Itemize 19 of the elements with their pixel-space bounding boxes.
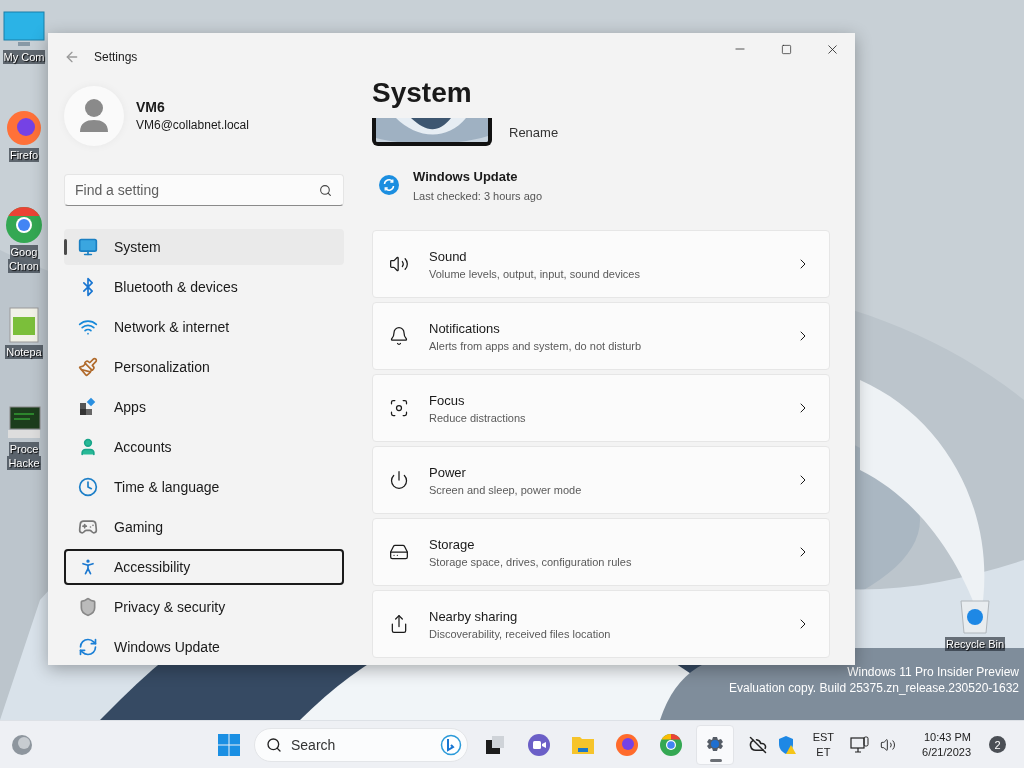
clock-date[interactable]: 6/21/2023 [922, 744, 971, 760]
window-stack-icon [484, 733, 506, 756]
volume-icon[interactable] [880, 736, 897, 753]
timezone-text: ET [816, 744, 831, 760]
search-icon [266, 736, 282, 753]
bing-icon [440, 733, 462, 756]
taskbar-search-field[interactable]: Search [254, 727, 468, 762]
weather-icon [11, 733, 33, 756]
chrome-icon [659, 732, 683, 757]
timezone-text: EST [812, 729, 835, 745]
clock-time[interactable]: 10:43 PM [923, 729, 971, 745]
video-chat-icon [527, 732, 551, 757]
firefox-icon [615, 732, 639, 757]
taskbar-app[interactable] [696, 724, 734, 765]
notification-badge[interactable]: 2 [989, 736, 1006, 753]
shield-warning-icon[interactable] [776, 734, 797, 755]
windows-logo-icon [218, 733, 240, 756]
network-icon[interactable] [850, 735, 871, 754]
cloud-off-icon[interactable] [748, 735, 767, 754]
